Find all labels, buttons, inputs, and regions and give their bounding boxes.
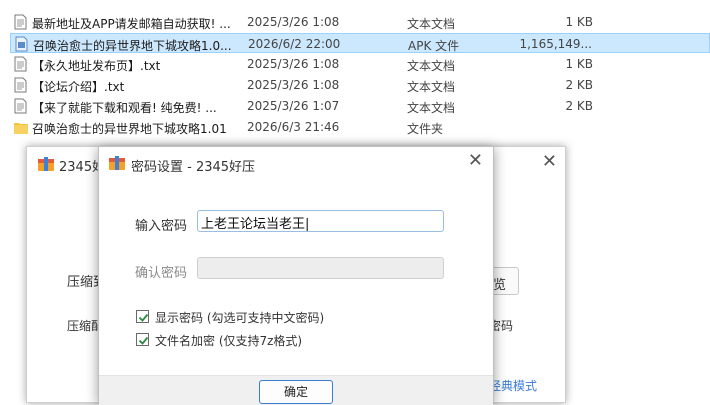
file-row[interactable]: 召唤治愈士的异世界地下城攻略1.01 2026/6/3 21:46 文件夹 <box>10 117 710 137</box>
show-password-checkbox[interactable] <box>136 310 149 323</box>
encrypt-filename-checkbox[interactable] <box>136 333 149 346</box>
password-dialog: 密码设置 - 2345好压 ✕ 输入密码 上老王论坛当老王| 确认密码 显示密码… <box>98 146 494 405</box>
file-name: 最新地址及APP请发邮箱自动获取! ... <box>32 17 231 31</box>
file-date: 2026/6/2 22:00 <box>248 37 341 51</box>
file-type: APK 文件 <box>408 39 460 53</box>
file-date: 2026/6/3 21:46 <box>247 120 340 134</box>
text-file-icon <box>14 56 27 72</box>
encrypt-filename-label: 文件名加密 (仅支持7z格式) <box>155 334 303 348</box>
file-date: 2025/3/26 1:08 <box>247 78 340 92</box>
folder-icon <box>14 119 28 135</box>
file-name: 【来了就能下载和观看! 纯免费! ... <box>32 101 217 115</box>
enter-password-input[interactable]: 上老王论坛当老王| <box>197 210 444 232</box>
file-name: 召唤治愈士的异世界地下城攻略1.0... <box>33 39 232 53</box>
file-name: 【论坛介绍】.txt <box>32 80 125 94</box>
close-icon[interactable]: ✕ <box>542 151 557 172</box>
show-password-label: 显示密码 (勾选可支持中文密码) <box>155 311 325 325</box>
file-type: 文本文档 <box>407 80 456 94</box>
ok-button[interactable]: 确定 <box>259 380 333 404</box>
file-size: 2 KB <box>565 99 593 113</box>
app-logo-icon <box>37 156 55 175</box>
file-date: 2025/3/26 1:07 <box>247 99 340 113</box>
file-date: 2025/3/26 1:08 <box>247 15 340 29</box>
text-file-icon <box>14 14 27 30</box>
file-name: 【永久地址发布页】.txt <box>32 59 161 73</box>
app-logo-icon <box>108 155 126 174</box>
file-name: 召唤治愈士的异世界地下城攻略1.01 <box>32 122 227 136</box>
apk-file-icon <box>15 36 28 52</box>
file-type: 文件夹 <box>407 122 444 136</box>
file-size: 1 KB <box>565 57 593 71</box>
file-size: 2 KB <box>565 78 593 92</box>
file-date: 2025/3/26 1:08 <box>247 57 340 71</box>
file-row[interactable]: 【来了就能下载和观看! 纯免费! ... 2025/3/26 1:07 文本文档 2 … <box>10 96 710 116</box>
file-type: 文本文档 <box>407 17 456 31</box>
file-row[interactable]: 召唤治愈士的异世界地下城攻略1.0... 2026/6/2 22:00 APK 文件… <box>10 33 710 53</box>
file-size: 1,165,149... <box>519 37 592 51</box>
file-type: 文本文档 <box>407 101 456 115</box>
text-file-icon <box>14 98 27 114</box>
file-size: 1 KB <box>565 15 593 29</box>
dialog-titlebar: 密码设置 - 2345好压 ✕ <box>99 147 493 179</box>
confirm-password-input[interactable] <box>197 257 444 279</box>
enter-password-label: 输入密码 <box>135 219 188 234</box>
file-row[interactable]: 【永久地址发布页】.txt 2025/3/26 1:08 文本文档 1 KB <box>10 54 710 74</box>
file-type: 文本文档 <box>407 59 456 73</box>
file-row[interactable]: 最新地址及APP请发邮箱自动获取! ... 2025/3/26 1:08 文本文档 1… <box>10 12 710 32</box>
close-icon[interactable]: ✕ <box>468 150 483 171</box>
file-row[interactable]: 【论坛介绍】.txt 2025/3/26 1:08 文本文档 2 KB <box>10 75 710 95</box>
classic-mode-link[interactable]: 经典模式 <box>489 377 537 394</box>
text-file-icon <box>14 77 27 93</box>
confirm-password-label: 确认密码 <box>135 266 188 281</box>
dialog-title: 密码设置 - 2345好压 <box>131 160 256 175</box>
